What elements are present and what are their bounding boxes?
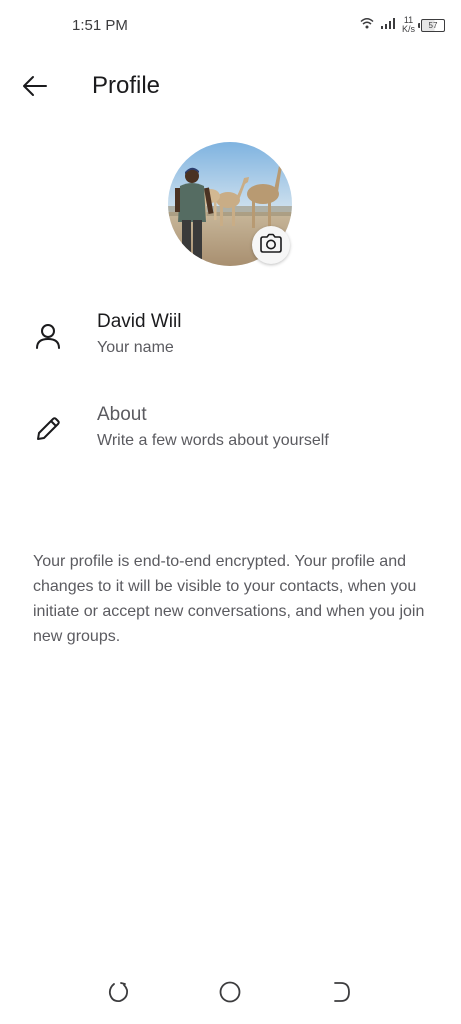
battery-level: 57 <box>428 20 438 30</box>
back-button[interactable] <box>14 70 56 106</box>
avatar-container <box>168 142 293 267</box>
home-button[interactable] <box>216 980 244 1008</box>
system-nav-bar <box>0 970 461 1018</box>
page-title: Profile <box>92 72 161 99</box>
status-time: 1:51 PM <box>72 17 128 34</box>
signal-icon <box>380 16 396 34</box>
recents-button[interactable] <box>105 980 133 1008</box>
back-icon <box>329 980 353 1009</box>
arrow-left-icon <box>22 75 48 102</box>
encryption-info-text: Your profile is end-to-end encrypted. Yo… <box>33 553 425 645</box>
person-icon <box>33 321 63 351</box>
wifi-icon <box>360 16 374 34</box>
name-row-subtitle: Your name <box>97 339 174 356</box>
about-row[interactable]: About Write a few words about yourself <box>0 394 461 468</box>
profile-name: David Wiil <box>97 311 182 332</box>
net-speed: 11 K/s <box>402 16 415 34</box>
change-photo-button[interactable] <box>252 226 290 264</box>
home-icon <box>218 980 242 1009</box>
camera-icon <box>259 233 283 258</box>
status-icons: 11 K/s 57 <box>360 14 445 36</box>
name-row[interactable]: David Wiil Your name <box>0 301 461 375</box>
recents-icon <box>107 980 131 1009</box>
about-title: About <box>97 404 147 425</box>
profile-screen: 1:51 PM 11 K/s 57 Profile David Wiil You… <box>0 0 461 1024</box>
pencil-icon <box>33 414 63 444</box>
battery-icon: 57 <box>418 18 445 32</box>
system-back-button[interactable] <box>327 980 355 1008</box>
status-bar: 1:51 PM 11 K/s 57 <box>0 0 461 50</box>
about-row-subtitle: Write a few words about yourself <box>97 432 329 449</box>
net-speed-unit: K/s <box>401 24 415 34</box>
app-bar: Profile <box>0 60 461 116</box>
